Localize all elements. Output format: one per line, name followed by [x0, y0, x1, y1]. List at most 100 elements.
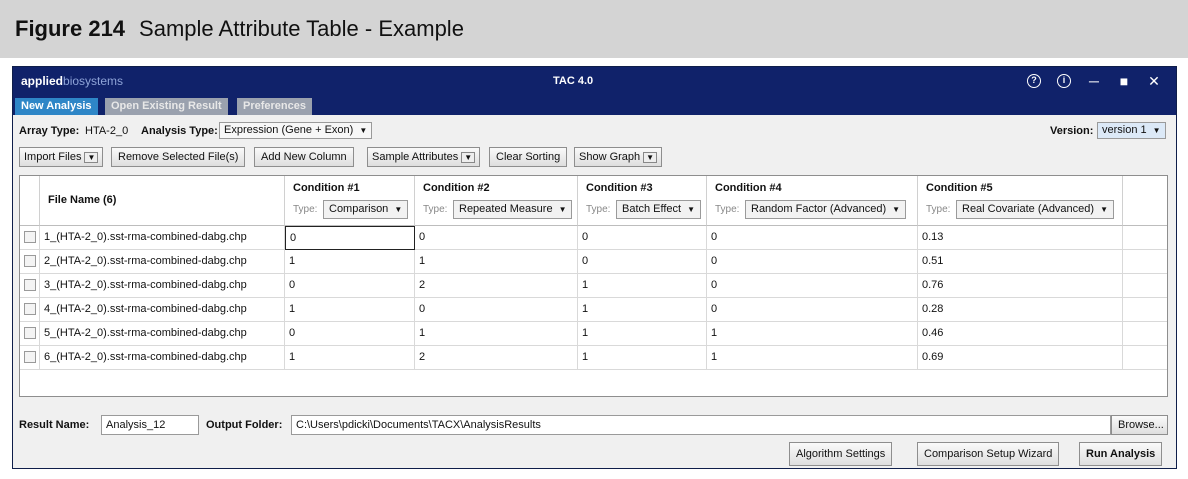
- empty-cell: [1123, 226, 1167, 250]
- condition-4-cell[interactable]: 1: [707, 346, 918, 370]
- version-dropdown[interactable]: version 1 ▼: [1097, 122, 1166, 139]
- condition-3-cell[interactable]: 1: [578, 346, 707, 370]
- output-folder-input[interactable]: C:\Users\pdicki\Documents\TACX\AnalysisR…: [291, 415, 1111, 435]
- chevron-down-icon: ▼: [394, 205, 403, 214]
- file-name-header[interactable]: File Name (6): [40, 176, 285, 226]
- run-analysis-button[interactable]: Run Analysis: [1079, 442, 1163, 466]
- condition-2-cell[interactable]: 2: [415, 346, 578, 370]
- figure-caption-band: Figure 214 Sample Attribute Table - Examp…: [0, 0, 1188, 58]
- analysis-type-dropdown[interactable]: Expression (Gene + Exon) ▼: [219, 122, 373, 139]
- chevron-down-icon: ▼: [892, 205, 901, 214]
- chevron-down-icon[interactable]: ▼: [643, 152, 658, 163]
- table-row[interactable]: 2_(HTA-2_0).sst-rma-combined-dabg.chp 1 …: [20, 250, 1167, 274]
- condition-3-cell[interactable]: 1: [578, 298, 707, 322]
- condition-4-cell[interactable]: 0: [707, 274, 918, 298]
- algorithm-settings-button[interactable]: Algorithm Settings: [789, 442, 893, 466]
- condition-2-type-dropdown[interactable]: Repeated Measure ▼: [453, 200, 573, 219]
- empty-cell: [1123, 322, 1167, 346]
- row-checkbox[interactable]: [24, 255, 36, 267]
- table-row[interactable]: 5_(HTA-2_0).sst-rma-combined-dabg.chp 0 …: [20, 322, 1167, 346]
- condition-5-type-dropdown[interactable]: Real Covariate (Advanced) ▼: [956, 200, 1114, 219]
- condition-1-cell[interactable]: 1: [285, 298, 415, 322]
- select-all-header[interactable]: [20, 176, 40, 226]
- sample-attributes-button[interactable]: Sample Attributes ▼: [367, 147, 481, 167]
- import-files-button[interactable]: Import Files ▼: [19, 147, 104, 167]
- condition-4-header[interactable]: Condition #4 Type: Random Factor (Advanc…: [707, 176, 918, 226]
- condition-5-cell[interactable]: 0.46: [918, 322, 1123, 346]
- tab-new-analysis[interactable]: New Analysis: [15, 98, 98, 115]
- condition-3-cell[interactable]: 0: [578, 250, 707, 274]
- condition-4-cell[interactable]: 1: [707, 322, 918, 346]
- row-checkbox[interactable]: [24, 231, 36, 243]
- condition-1-cell[interactable]: 1: [285, 346, 415, 370]
- close-icon[interactable]: ✕: [1140, 71, 1168, 91]
- condition-4-cell[interactable]: 0: [707, 226, 918, 250]
- condition-1-header[interactable]: Condition #1 Type: Comparison ▼: [285, 176, 415, 226]
- result-name-input[interactable]: Analysis_12: [101, 415, 199, 435]
- empty-cell: [1123, 346, 1167, 370]
- condition-1-cell[interactable]: 0: [285, 322, 415, 346]
- add-new-column-button[interactable]: Add New Column: [254, 147, 354, 167]
- file-name-cell: 4_(HTA-2_0).sst-rma-combined-dabg.chp: [40, 298, 285, 322]
- tab-preferences[interactable]: Preferences: [237, 98, 312, 115]
- condition-2-cell[interactable]: 2: [415, 274, 578, 298]
- file-name-cell: 3_(HTA-2_0).sst-rma-combined-dabg.chp: [40, 274, 285, 298]
- version-label: Version:: [1050, 125, 1094, 137]
- title-bar: appliedbiosystems TAC 4.0 ? i ─ ■ ✕: [13, 67, 1176, 95]
- chevron-down-icon: ▼: [359, 126, 368, 135]
- empty-cell: [1123, 250, 1167, 274]
- condition-5-cell[interactable]: 0.51: [918, 250, 1123, 274]
- remove-selected-files-button[interactable]: Remove Selected File(s): [111, 147, 246, 167]
- row-checkbox[interactable]: [24, 327, 36, 339]
- condition-1-cell[interactable]: 0: [285, 226, 415, 250]
- condition-5-cell[interactable]: 0.69: [918, 346, 1123, 370]
- condition-1-type-dropdown[interactable]: Comparison ▼: [323, 200, 409, 219]
- help-icon[interactable]: ?: [1020, 71, 1048, 91]
- analysis-type-label: Analysis Type:: [141, 125, 218, 137]
- condition-2-cell[interactable]: 1: [415, 250, 578, 274]
- chevron-down-icon[interactable]: ▼: [84, 152, 99, 163]
- condition-5-cell[interactable]: 0.13: [918, 226, 1123, 250]
- clear-sorting-button[interactable]: Clear Sorting: [489, 147, 568, 167]
- row-checkbox[interactable]: [24, 303, 36, 315]
- condition-5-cell[interactable]: 0.76: [918, 274, 1123, 298]
- condition-1-cell[interactable]: 0: [285, 274, 415, 298]
- condition-4-cell[interactable]: 0: [707, 298, 918, 322]
- row-checkbox[interactable]: [24, 279, 36, 291]
- table-row[interactable]: 1_(HTA-2_0).sst-rma-combined-dabg.chp 0 …: [20, 226, 1167, 250]
- condition-3-type-dropdown[interactable]: Batch Effect ▼: [616, 200, 702, 219]
- table-row[interactable]: 6_(HTA-2_0).sst-rma-combined-dabg.chp 1 …: [20, 346, 1167, 370]
- file-name-cell: 6_(HTA-2_0).sst-rma-combined-dabg.chp: [40, 346, 285, 370]
- row-checkbox[interactable]: [24, 351, 36, 363]
- browse-button[interactable]: Browse...: [1111, 415, 1168, 435]
- empty-cell: [1123, 274, 1167, 298]
- comparison-setup-wizard-button[interactable]: Comparison Setup Wizard: [917, 442, 1060, 466]
- maximize-icon[interactable]: ■: [1110, 71, 1138, 91]
- table-row[interactable]: 3_(HTA-2_0).sst-rma-combined-dabg.chp 0 …: [20, 274, 1167, 298]
- condition-2-header[interactable]: Condition #2 Type: Repeated Measure ▼: [415, 176, 578, 226]
- chevron-down-icon[interactable]: ▼: [461, 152, 476, 163]
- figure-number: Figure 214: [15, 16, 126, 41]
- condition-3-cell[interactable]: 0: [578, 226, 707, 250]
- condition-3-cell[interactable]: 1: [578, 274, 707, 298]
- condition-3-header[interactable]: Condition #3 Type: Batch Effect ▼: [578, 176, 707, 226]
- condition-5-cell[interactable]: 0.28: [918, 298, 1123, 322]
- condition-4-type-dropdown[interactable]: Random Factor (Advanced) ▼: [745, 200, 907, 219]
- figure-title: Sample Attribute Table - Example: [139, 16, 464, 41]
- file-name-cell: 5_(HTA-2_0).sst-rma-combined-dabg.chp: [40, 322, 285, 346]
- table-row[interactable]: 4_(HTA-2_0).sst-rma-combined-dabg.chp 1 …: [20, 298, 1167, 322]
- condition-5-header[interactable]: Condition #5 Type: Real Covariate (Advan…: [918, 176, 1123, 226]
- condition-4-cell[interactable]: 0: [707, 250, 918, 274]
- info-icon[interactable]: i: [1050, 71, 1078, 91]
- condition-1-cell[interactable]: 1: [285, 250, 415, 274]
- condition-2-cell[interactable]: 1: [415, 322, 578, 346]
- sample-attribute-table: File Name (6) Condition #1 Type: Compari…: [19, 175, 1168, 397]
- condition-2-cell[interactable]: 0: [415, 298, 578, 322]
- condition-3-cell[interactable]: 1: [578, 322, 707, 346]
- minimize-icon[interactable]: ─: [1080, 71, 1108, 91]
- show-graph-button[interactable]: Show Graph ▼: [574, 147, 663, 167]
- condition-2-cell[interactable]: 0: [415, 226, 578, 250]
- result-name-label: Result Name:: [19, 419, 90, 431]
- file-name-cell: 2_(HTA-2_0).sst-rma-combined-dabg.chp: [40, 250, 285, 274]
- tab-open-existing-result[interactable]: Open Existing Result: [105, 98, 228, 115]
